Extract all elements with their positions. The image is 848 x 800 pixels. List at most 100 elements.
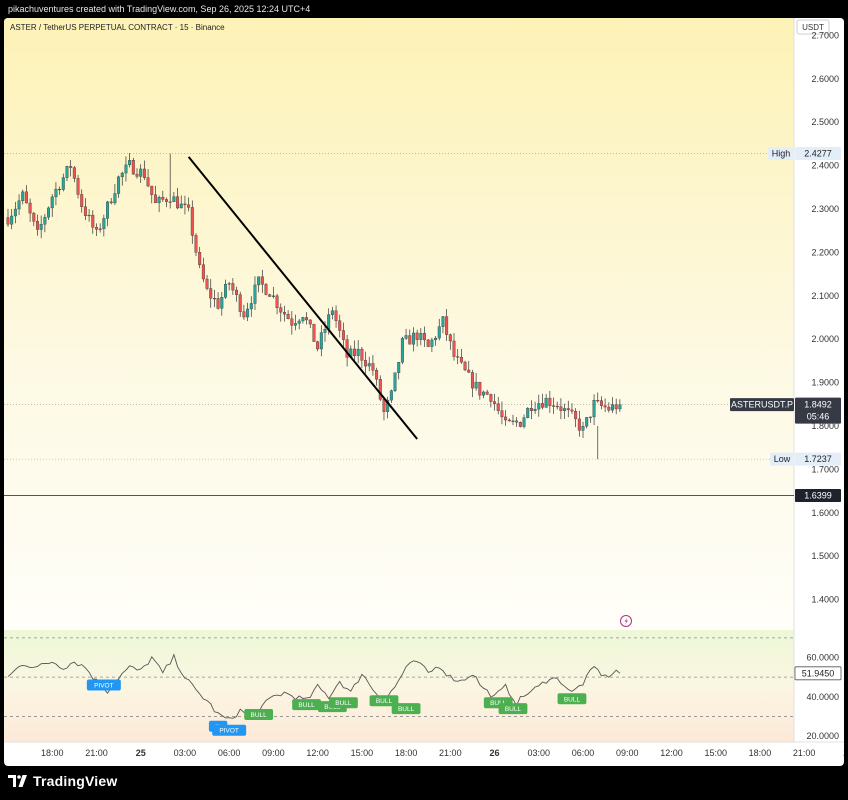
pivot-marker-label: PIVOT bbox=[219, 728, 239, 735]
candle-body bbox=[334, 310, 338, 321]
price-tick-label: 1.4000 bbox=[811, 595, 839, 605]
bull-marker-label: BULL bbox=[376, 698, 393, 705]
candle-body bbox=[301, 317, 305, 322]
candle-body bbox=[555, 405, 559, 408]
candle-body bbox=[482, 391, 485, 396]
candle-body bbox=[275, 295, 279, 308]
candle-body bbox=[393, 372, 397, 391]
time-tick-label: 18:00 bbox=[395, 748, 418, 758]
time-tick-label: 06:00 bbox=[218, 748, 241, 758]
bull-marker-label: BULL bbox=[398, 706, 415, 713]
candle-body bbox=[327, 314, 331, 330]
candle-body bbox=[120, 172, 124, 178]
candle-body bbox=[161, 197, 165, 200]
candle-body bbox=[235, 289, 239, 295]
candle-body bbox=[592, 400, 596, 418]
time-tick-label: 15:00 bbox=[351, 748, 374, 758]
candle-body bbox=[102, 218, 106, 230]
time-tick-label: 21:00 bbox=[85, 748, 108, 758]
candle-body bbox=[13, 208, 17, 217]
candle-body bbox=[448, 334, 452, 342]
candle-body bbox=[28, 202, 32, 214]
candle-body bbox=[511, 420, 515, 422]
candle-body bbox=[577, 418, 581, 431]
time-tick-label: 09:00 bbox=[616, 748, 639, 758]
candle-body bbox=[570, 409, 574, 412]
candle-body bbox=[305, 317, 309, 321]
candle-body bbox=[257, 276, 261, 286]
candle-body bbox=[58, 188, 62, 191]
candle-body bbox=[17, 200, 21, 210]
candle-body bbox=[452, 340, 456, 357]
candle-body bbox=[411, 332, 415, 345]
candle-body bbox=[378, 379, 382, 400]
high-value-label: 2.4277 bbox=[804, 149, 832, 159]
candle-body bbox=[65, 166, 69, 178]
price-tick-label: 2.1000 bbox=[811, 291, 839, 301]
candle-body bbox=[209, 288, 213, 299]
candle-body bbox=[467, 369, 471, 373]
candle-body bbox=[179, 203, 183, 209]
candle-body bbox=[360, 348, 364, 361]
candle-body bbox=[504, 416, 508, 421]
low-value-label: 1.7237 bbox=[804, 454, 832, 464]
footer-brand: TradingView bbox=[33, 773, 118, 789]
candle-body bbox=[588, 416, 592, 418]
tradingview-logo-icon bbox=[8, 775, 27, 787]
price-tick-label: 2.3000 bbox=[811, 204, 839, 214]
candle-body bbox=[10, 215, 14, 225]
oscillator-value-label: 51.9450 bbox=[802, 668, 835, 678]
candle-body bbox=[496, 403, 500, 411]
candle-body bbox=[109, 201, 113, 204]
candle-body bbox=[493, 401, 497, 404]
candle-body bbox=[522, 417, 526, 427]
oscillator-tick-label: 60.0000 bbox=[806, 653, 839, 663]
chart-canvas[interactable]: ASTER / TetherUS PERPETUAL CONTRACT · 15… bbox=[4, 18, 844, 766]
candle-body bbox=[540, 403, 544, 408]
candle-body bbox=[139, 168, 143, 177]
candle-body bbox=[611, 404, 614, 411]
price-tick-label: 2.2000 bbox=[811, 247, 839, 257]
candle-body bbox=[194, 235, 198, 253]
candle-body bbox=[297, 320, 301, 324]
candle-body bbox=[47, 207, 51, 218]
candle-body bbox=[72, 167, 76, 179]
candle-body bbox=[563, 408, 567, 411]
price-tick-label: 2.4000 bbox=[811, 161, 839, 171]
header-text: pikachuventures created with TradingView… bbox=[8, 4, 311, 14]
bull-marker-label: BULL bbox=[335, 700, 352, 707]
candle-body bbox=[32, 212, 36, 222]
candle-body bbox=[253, 284, 257, 304]
candle-body bbox=[489, 394, 493, 402]
chart-frame: ASTER / TetherUS PERPETUAL CONTRACT · 15… bbox=[4, 18, 844, 766]
candle-body bbox=[238, 294, 242, 312]
bull-marker-label: BULL bbox=[298, 702, 315, 709]
candle-body bbox=[157, 197, 161, 204]
last-price-value: 1.8492 bbox=[804, 400, 832, 410]
candle-body bbox=[98, 228, 102, 230]
time-tick-label: 03:00 bbox=[528, 748, 551, 758]
tradingview-logo[interactable]: TradingView bbox=[8, 773, 117, 789]
candle-body bbox=[39, 224, 43, 230]
time-tick-label: 03:00 bbox=[174, 748, 197, 758]
price-tick-label: 1.5000 bbox=[811, 551, 839, 561]
candle-body bbox=[323, 328, 327, 333]
candle-body bbox=[83, 206, 87, 216]
candle-body bbox=[91, 214, 95, 228]
candle-body bbox=[353, 348, 356, 356]
candle-body bbox=[596, 400, 600, 402]
candle-body bbox=[212, 298, 216, 300]
candle-body bbox=[24, 191, 28, 204]
horizontal-level-label: 1.6399 bbox=[804, 490, 832, 500]
time-tick-label: 18:00 bbox=[41, 748, 64, 758]
candle-body bbox=[533, 408, 537, 411]
candle-body bbox=[264, 284, 268, 295]
candle-body bbox=[338, 320, 342, 331]
candle-body bbox=[69, 166, 73, 168]
price-tick-label: 1.6000 bbox=[811, 508, 839, 518]
candle-body bbox=[356, 348, 360, 356]
candle-body bbox=[220, 297, 224, 309]
candle-body bbox=[308, 319, 312, 325]
oscillator-tick-label: 20.0000 bbox=[806, 731, 839, 741]
candle-body bbox=[131, 160, 135, 175]
